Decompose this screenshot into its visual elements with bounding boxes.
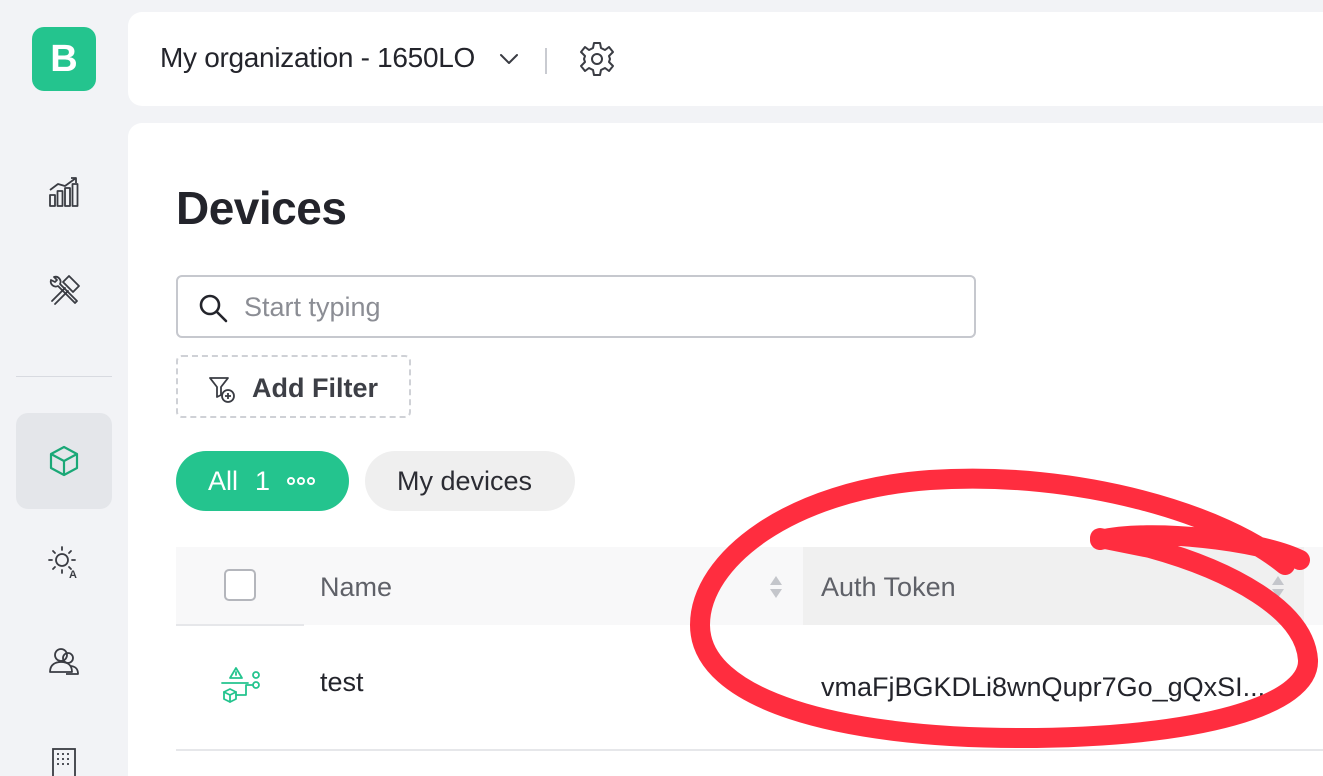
devices-panel: Devices Add Filter All 1 My devices Name…: [128, 123, 1323, 776]
column-header-name[interactable]: Name: [303, 547, 801, 625]
add-filter-label: Add Filter: [252, 373, 378, 403]
column-header-auth-token[interactable]: Auth Token: [803, 547, 1304, 625]
sidebar-item-devices[interactable]: [16, 413, 112, 509]
select-all-cell: [176, 547, 303, 625]
search-input[interactable]: [244, 289, 944, 325]
building-icon: [52, 748, 76, 776]
tab-my-devices[interactable]: My devices: [365, 451, 575, 511]
more-options-icon[interactable]: [286, 475, 316, 487]
cube-icon: [49, 445, 79, 477]
sidebar: B A: [0, 0, 128, 776]
users-icon: [49, 648, 79, 675]
sidebar-item-developer-tools[interactable]: [16, 243, 112, 339]
select-all-checkbox[interactable]: [224, 569, 256, 601]
add-filter-button[interactable]: Add Filter: [176, 355, 411, 418]
device-name[interactable]: test: [320, 667, 364, 698]
sun-automation-icon: A: [48, 546, 77, 579]
gear-icon[interactable]: [578, 40, 616, 78]
tools-icon: [49, 275, 80, 305]
tab-all[interactable]: All 1: [176, 451, 349, 511]
tab-my-devices-label: My devices: [397, 466, 533, 496]
device-template-icon: [221, 667, 260, 703]
sidebar-item-analytics[interactable]: [16, 144, 112, 240]
sidebar-item-automations[interactable]: A: [16, 514, 112, 610]
sidebar-divider: [16, 376, 112, 377]
sort-icon[interactable]: [1271, 574, 1285, 600]
svg-text:A: A: [69, 569, 77, 579]
column-header-next: [1306, 547, 1323, 625]
column-header-name-label: Name: [320, 572, 393, 602]
chart-bars-icon: [49, 177, 79, 207]
search-icon: [199, 294, 228, 323]
search-box[interactable]: [176, 275, 976, 338]
sort-icon[interactable]: [769, 574, 783, 600]
app-logo[interactable]: B: [32, 27, 96, 91]
sidebar-item-organizations[interactable]: [16, 714, 112, 776]
sidebar-item-users[interactable]: [16, 614, 112, 710]
table-header: Name Auth Token: [176, 547, 1323, 626]
org-selector[interactable]: My organization - 1650LO: [160, 42, 475, 74]
device-auth-token[interactable]: vmaFjBGKDLi8wnQupr7Go_gQxSI...: [821, 672, 1265, 703]
logo-letter: B: [50, 37, 78, 80]
tab-all-count: 1: [255, 466, 271, 496]
header-separator: [545, 48, 547, 74]
table-row[interactable]: test vmaFjBGKDLi8wnQupr7Go_gQxSI...: [176, 625, 1323, 751]
chevron-down-icon[interactable]: [498, 48, 520, 70]
tab-all-label: All: [208, 466, 239, 496]
column-header-auth-token-label: Auth Token: [821, 572, 956, 602]
top-header: My organization - 1650LO: [128, 12, 1323, 106]
filter-add-icon: [209, 377, 235, 403]
page-title: Devices: [176, 182, 347, 234]
